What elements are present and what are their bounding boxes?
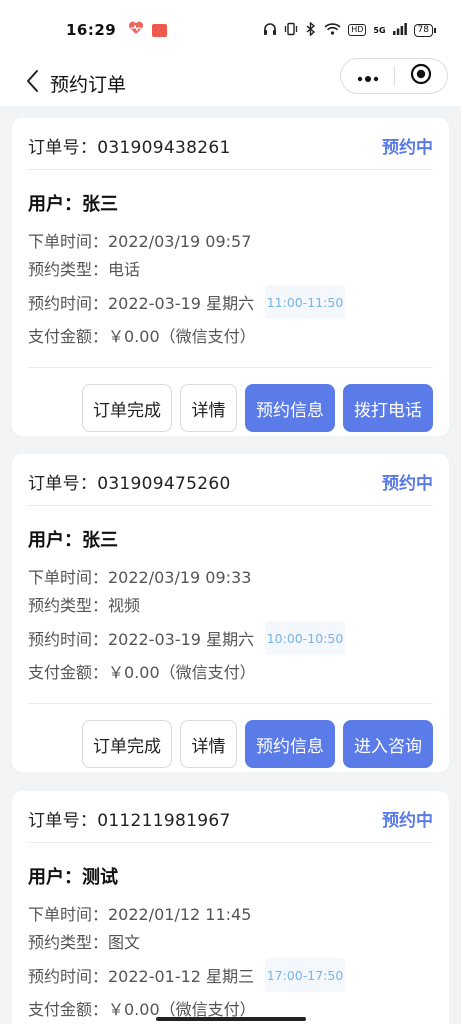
mini-app-icon [152,23,168,37]
order-time: 下单时间：2022/01/12 11:45 [28,905,252,924]
divider [28,842,433,843]
signal-label: 5G [373,25,386,35]
home-indicator[interactable] [156,1017,306,1021]
payment-amount: 支付金额：￥0.00（微信支付） [28,663,256,682]
heart-icon [128,21,144,39]
page-title: 预约订单 [50,74,127,96]
order-number: 订单号：011211981967 [28,810,231,831]
order-number: 订单号：031909438261 [28,137,231,158]
action-row: 订单完成 详情 预约信息 进入咨询 [82,720,433,768]
mini-program-capsule [340,58,448,94]
order-time: 下单时间：2022/03/19 09:33 [28,568,252,587]
card-header: 订单号：031909475260 预约中 [28,468,433,494]
back-button[interactable] [18,66,46,100]
card-header: 订单号：011211981967 预约中 [28,805,433,831]
bluetooth-icon [305,20,317,39]
status-badge: 预约中 [382,810,433,831]
headphones-icon [263,22,277,39]
status-app-icons [128,21,168,39]
call-button[interactable]: 拨打电话 [343,384,433,432]
action-row: 订单完成 详情 预约信息 拨打电话 [82,384,433,432]
appointment-info-button[interactable]: 预约信息 [245,720,335,768]
time-slot-tag: 10:00-10:50 [265,621,345,655]
order-card: 订单号：031909438261 预约中 用户：张三 下单时间：2022/03/… [12,118,449,436]
time-slot-tag: 11:00-11:50 [265,285,345,319]
appointment-type: 预约类型：图文 [28,933,141,952]
appointment-time: 预约时间：2022-01-12 星期三 [28,967,255,986]
divider [28,169,433,170]
status-bar: 16:29 HD 5G 78 [0,0,461,60]
user-name: 用户：张三 [28,194,118,215]
signal-icon [392,22,407,38]
detail-button[interactable]: 详情 [180,720,237,768]
status-badge: 预约中 [382,137,433,158]
appointment-time: 预约时间：2022-03-19 星期六 [28,630,255,649]
appointment-info-button[interactable]: 预约信息 [245,384,335,432]
divider [28,505,433,506]
divider [28,367,433,368]
appointment-type: 预约类型：电话 [28,260,141,279]
target-circle-icon [410,63,432,89]
hd-badge: HD [348,24,367,36]
time-slot-tag: 17:00-17:50 [265,958,345,992]
order-number: 订单号：031909475260 [28,473,231,494]
vibrate-icon [284,22,298,39]
appointment-time: 预约时间：2022-03-19 星期六 [28,294,255,313]
appointment-type: 预约类型：视频 [28,596,141,615]
complete-order-button[interactable]: 订单完成 [82,384,172,432]
battery-icon: 78 [413,23,437,37]
order-card: 订单号：011211981967 预约中 用户：测试 下单时间：2022/01/… [12,791,449,1024]
detail-button[interactable]: 详情 [180,384,237,432]
complete-order-button[interactable]: 订单完成 [82,720,172,768]
payment-amount: 支付金额：￥0.00（微信支付） [28,327,256,346]
more-dots-icon [357,67,379,86]
card-header: 订单号：031909438261 预约中 [28,132,433,158]
status-badge: 预约中 [382,473,433,494]
chevron-left-icon [25,69,39,97]
order-time: 下单时间：2022/03/19 09:57 [28,232,252,251]
status-time: 16:29 [66,21,117,39]
nav-bar: 预约订单 [0,58,461,106]
status-indicators: HD 5G 78 [263,20,437,39]
more-button[interactable] [341,59,394,93]
wifi-icon [324,22,341,38]
user-name: 用户：张三 [28,530,118,551]
user-name: 用户：测试 [28,867,118,888]
enter-consultation-button[interactable]: 进入咨询 [343,720,433,768]
divider [28,703,433,704]
order-card: 订单号：031909475260 预约中 用户：张三 下单时间：2022/03/… [12,454,449,772]
close-mini-program-button[interactable] [395,59,447,93]
